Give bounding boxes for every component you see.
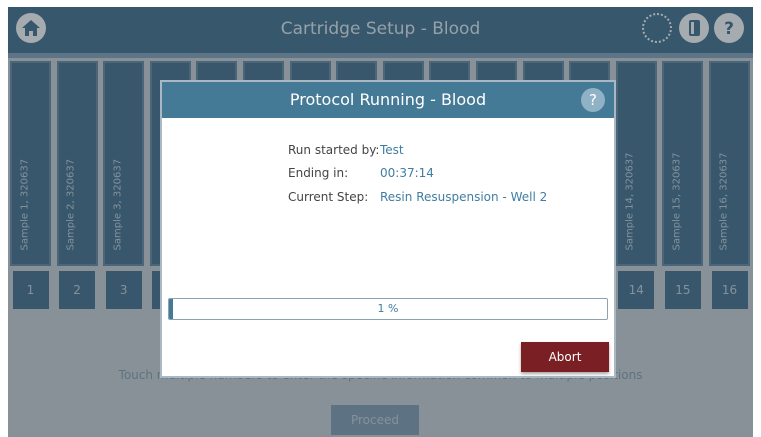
ending-label: Ending in: <box>288 166 349 180</box>
current-step-label: Current Step: <box>288 190 369 204</box>
edge-mark <box>756 400 760 430</box>
progress-bar: 1 % <box>168 298 608 320</box>
progress-percentage: 1 % <box>377 302 399 315</box>
abort-button[interactable]: Abort <box>521 342 609 372</box>
current-step-value: Resin Resuspension - Well 2 <box>380 190 548 204</box>
ending-value: 00:37:14 <box>380 166 434 180</box>
run-started-label: Run started by: <box>288 143 380 157</box>
protocol-running-dialog: Protocol Running - Blood ? Run started b… <box>160 80 616 378</box>
run-started-value: Test <box>380 143 404 157</box>
cartridge-setup-screen: Cartridge Setup - Blood ? Sample 1, 3206… <box>8 7 753 437</box>
dialog-help-icon[interactable]: ? <box>581 88 605 112</box>
dialog-title: Protocol Running - Blood <box>289 90 487 109</box>
dialog-header: Protocol Running - Blood ? <box>162 82 614 118</box>
